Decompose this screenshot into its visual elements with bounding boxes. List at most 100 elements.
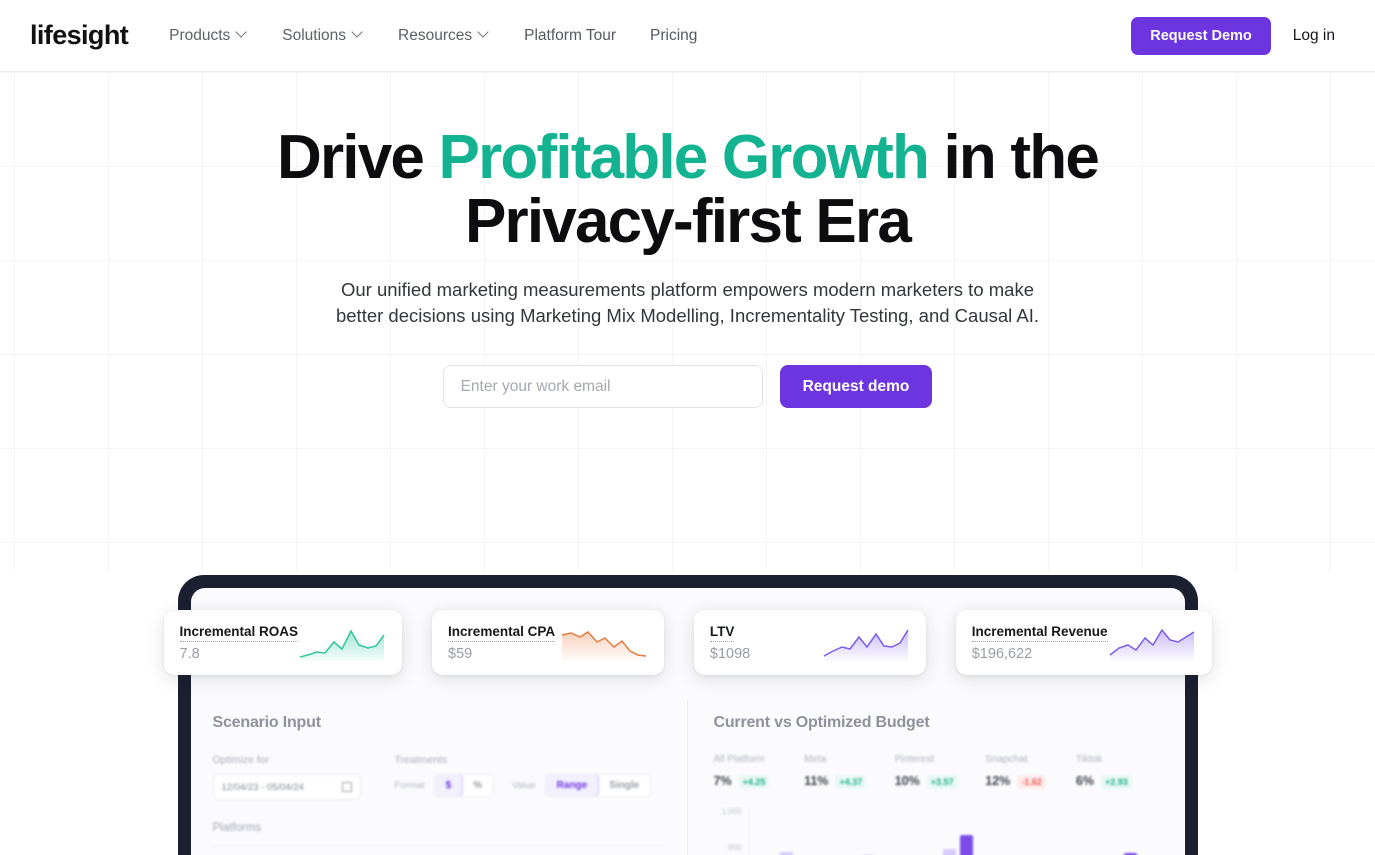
format-label: Format [394,780,425,791]
kpi-card-incremental-revenue[interactable]: Incremental Revenue $196,622 [955,610,1212,675]
nav-label-products: Products [169,26,231,44]
chevron-down-icon [353,28,364,39]
main-navigation: Products Solutions Resources Platform To… [152,19,714,53]
hero-content: Drive Profitable Growth in the Privacy-f… [0,72,1375,409]
value-control: Value Range Single [512,774,652,797]
format-segmented-control[interactable]: $ % [433,774,495,797]
bar-current [943,849,957,855]
status-badge: +3.57 [926,775,958,789]
stat-percent: 6% [1075,774,1094,788]
stat-pinterest: Pinterest 10% +3.57 [895,754,982,789]
stat-label: All Platform [713,754,765,765]
nav-item-platform-tour[interactable]: Platform Tour [507,19,633,53]
lifesight-logo[interactable]: lifesight [30,20,129,51]
dashboard-body: Scenario Input Optimize for 12/04/23 - 0… [191,700,1185,855]
kpi-card-incremental-cpa[interactable]: Incremental CPA $59 [432,610,664,675]
kpi-card-incremental-roas[interactable]: Incremental ROAS 7.8 [163,610,403,675]
stat-label: Tiktok [1075,754,1103,765]
kpi-card-row: Incremental ROAS 7.8 Incremental CPA $59 [163,610,1212,675]
nav-label-solutions: Solutions [282,26,347,44]
platform-list: Pinterest $ 25,000 $ 450,000 [213,846,663,855]
email-capture-form: Request demo [0,365,1375,409]
treatments-field: Treatments Format $ % Value Range Single [395,754,652,800]
stat-label: Snapchat [985,754,1028,765]
value-segmented-control[interactable]: Range Single [544,774,652,797]
stat-label: Pinterest [894,754,935,765]
date-range-picker[interactable]: 12/04/23 - 05/04/24 [212,774,361,800]
calendar-icon [341,782,352,792]
scenario-input-title: Scenario Input [212,714,322,731]
value-label: Value [512,780,536,791]
page-title: Drive Profitable Growth in the Privacy-f… [188,123,1188,255]
value-option-single[interactable]: Single [598,775,650,796]
stat-all-platform: All Platform 7% +4.25 [714,754,801,789]
budget-panel-title: Current vs Optimized Budget [713,714,930,731]
request-demo-button[interactable]: Request Demo [1131,16,1271,55]
hero-subheading: Our unified marketing measurements platf… [335,278,1039,327]
nav-item-solutions[interactable]: Solutions [265,19,381,53]
bar-optimized [960,835,974,855]
kpi-label: Incremental Revenue [971,624,1108,642]
kpi-card-ltv[interactable]: LTV $1098 [693,610,926,675]
kpi-label: LTV [709,624,735,642]
hero-section: Drive Profitable Growth in the Privacy-f… [0,72,1375,855]
headline-part-1: Drive [276,123,439,192]
headline-accent: Profitable Growth [438,123,930,192]
status-badge: +2.93 [1100,775,1132,789]
bar-group [943,835,974,855]
platforms-label: Platforms [212,822,663,846]
work-email-input[interactable] [442,365,763,409]
y-tick: 1,000 [721,807,742,816]
status-badge: -1.62 [1017,775,1046,789]
top-navbar: lifesight Products Solutions Resources P… [0,0,1375,72]
chevron-down-icon [479,28,490,39]
stat-percent: 10% [894,774,920,788]
sparkline-chart-roas [299,629,385,661]
nav-item-products[interactable]: Products [152,19,265,53]
y-tick: 800 [728,842,742,852]
nav-item-pricing[interactable]: Pricing [633,19,714,53]
format-control: Format $ % [395,774,495,797]
kpi-value: $1098 [709,646,751,662]
navbar-actions: Request Demo Log in [1131,16,1343,55]
budget-comparison-panel: Current vs Optimized Budget All Platform… [688,700,1163,855]
table-row[interactable]: Pinterest $ 25,000 $ 450,000 [213,846,663,855]
stat-percent: 11% [804,774,829,788]
optimize-for-label: Optimize for [212,754,270,766]
kpi-value: 7.8 [179,646,200,662]
sparkline-chart-revenue [1109,628,1194,661]
scenario-fields: Optimize for 12/04/23 - 05/04/24 Treatme… [212,754,663,800]
stat-percent: 7% [713,774,732,788]
budget-stats-row: All Platform 7% +4.25 Meta 11% +4.37 Pin… [714,754,1163,789]
login-link[interactable]: Log in [1285,21,1343,51]
kpi-label: Incremental ROAS [179,624,299,642]
chart-plot-area [747,807,1163,855]
nav-label-pricing: Pricing [650,26,698,44]
status-badge: +4.25 [738,775,770,789]
nav-item-resources[interactable]: Resources [381,19,507,53]
stat-tiktok: Tiktok 6% +2.93 [1076,754,1163,789]
nav-label-platform-tour: Platform Tour [524,26,617,44]
sparkline-chart-cpa [561,631,646,661]
kpi-value: $196,622 [971,646,1033,662]
value-option-range[interactable]: Range [545,775,600,796]
stat-meta: Meta 11% +4.37 [804,754,891,789]
stat-label: Meta [804,754,827,765]
stat-percent: 12% [985,774,1011,788]
kpi-value: $59 [448,646,473,662]
treatments-label: Treatments [394,754,448,766]
format-option-percent[interactable]: % [462,775,493,796]
request-demo-cta-button[interactable]: Request demo [779,365,933,409]
budget-bar-chart: 1,000 800 600 400 [714,807,1163,855]
product-screenshot-mockup: Scenario Input Optimize for 12/04/23 - 0… [163,575,1212,855]
stat-snapchat: Snapchat 12% -1.62 [985,754,1072,789]
status-badge: +4.37 [835,775,867,789]
scenario-input-panel: Scenario Input Optimize for 12/04/23 - 0… [212,700,688,855]
format-option-dollar[interactable]: $ [434,775,464,796]
chevron-down-icon [237,28,248,39]
nav-label-resources: Resources [398,26,473,44]
sparkline-chart-ltv [823,629,909,661]
chart-y-axis: 1,000 800 600 400 [714,807,748,855]
kpi-label: Incremental CPA [448,624,556,642]
date-range-value: 12/04/23 - 05/04/24 [221,781,304,793]
